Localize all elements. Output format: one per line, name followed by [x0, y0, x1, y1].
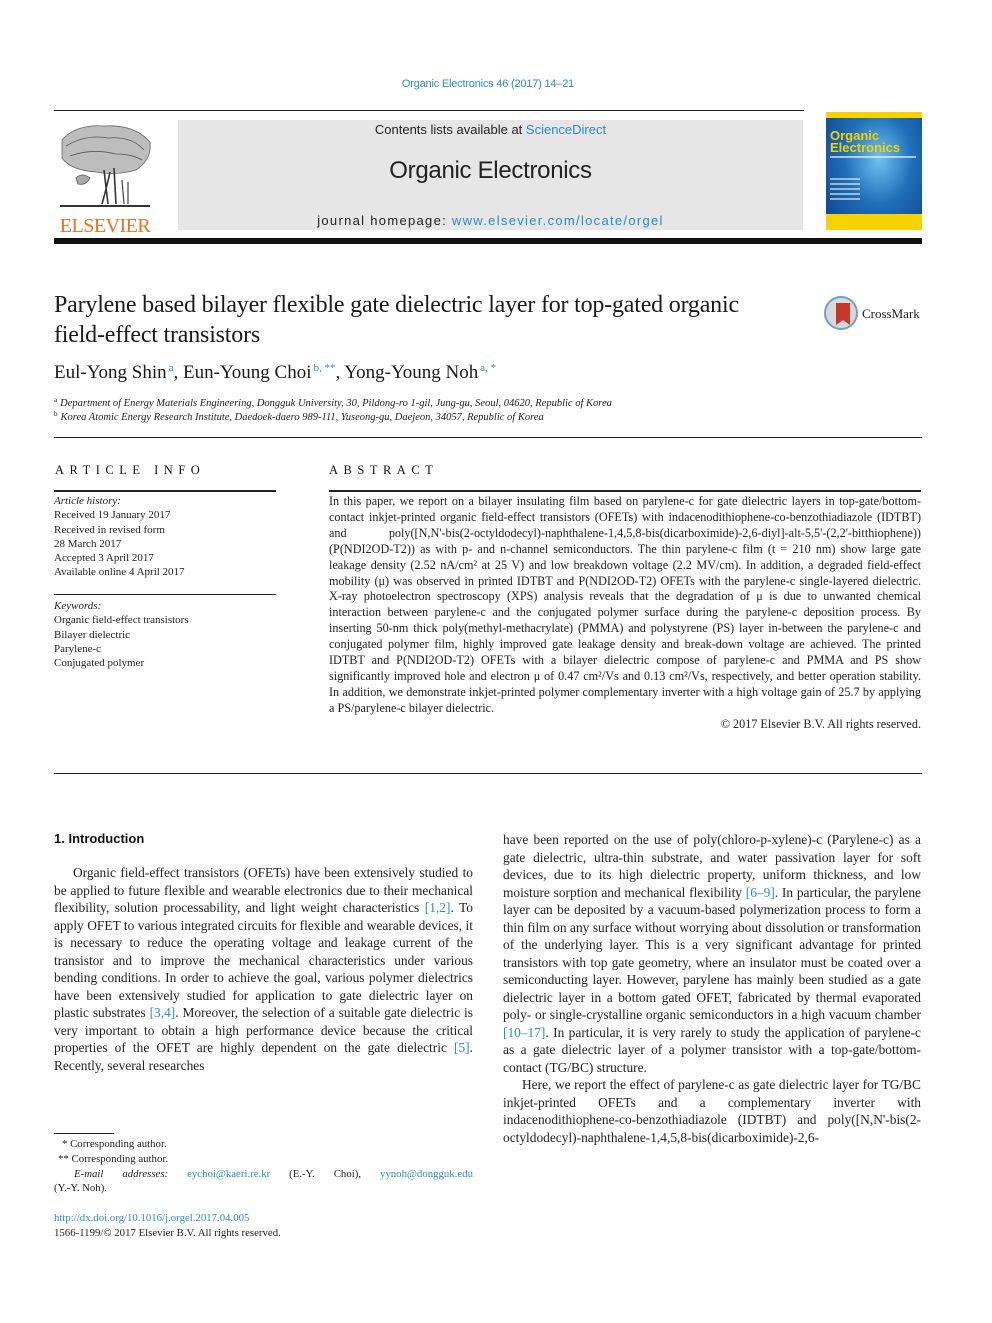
citation-link[interactable]: [1,2]	[425, 900, 451, 915]
text-run: Organic field-effect transistors (OFETs)…	[54, 865, 473, 915]
email-link[interactable]: eychoi@kaeri.re.kr	[187, 1168, 270, 1180]
abstract-rule	[329, 490, 921, 492]
affiliation-mark: b	[54, 410, 58, 418]
header-top-rule	[54, 110, 804, 111]
article-info-rule	[54, 490, 276, 492]
history-item: Accepted 3 April 2017	[54, 552, 154, 565]
abstract-copyright: © 2017 Elsevier B.V. All rights reserved…	[720, 716, 921, 731]
article-history: Article history: Received 19 January 201…	[54, 494, 276, 580]
email-link[interactable]: yynoh@dongguk.edu	[380, 1168, 473, 1180]
keywords-rule	[54, 594, 276, 595]
text-run: . In particular, the parylene layer can …	[503, 884, 921, 1023]
footnote-rule	[54, 1133, 114, 1134]
homepage-line: journal homepage: www.elsevier.com/locat…	[178, 213, 803, 228]
issn-copyright: 1566-1199/© 2017 Elsevier B.V. All right…	[54, 1227, 281, 1239]
footnote-corresponding-1: * Corresponding author.	[62, 1138, 167, 1150]
affiliation-text: Korea Atomic Energy Research Institute, …	[60, 412, 544, 423]
affiliation-text: Department of Energy Materials Engineeri…	[60, 398, 612, 409]
author-affiliation-link[interactable]: b, **	[314, 362, 336, 374]
cover-footer-bar	[826, 214, 922, 230]
affiliation-mark: a	[54, 396, 58, 404]
footnote-corresponding-2: ** Corresponding author.	[58, 1152, 169, 1165]
cover-subtitle-decoration	[830, 156, 916, 158]
keyword-item[interactable]: Bilayer dielectric	[54, 628, 276, 642]
header-bottom-rule	[54, 238, 922, 244]
keywords: Keywords: Organic field-effect transisto…	[54, 599, 276, 670]
article-title: Parylene based bilayer flexible gate die…	[54, 292, 739, 348]
intro-paragraph: Here, we report the effect of parylene-c…	[503, 1077, 921, 1145]
homepage-prefix: journal homepage:	[317, 213, 452, 228]
author-affiliation-link[interactable]: a	[169, 362, 174, 374]
citation-link[interactable]: [10–17]	[503, 1025, 545, 1040]
abstract-heading: ABSTRACT	[329, 463, 439, 477]
elsevier-logo[interactable]: ELSEVIER	[54, 118, 156, 236]
keyword-item[interactable]: Conjugated polymer	[54, 656, 276, 670]
journal-cover-image[interactable]: Organic Electronics	[826, 112, 922, 230]
text-run: . To apply OFET to various integrated ci…	[54, 900, 473, 1020]
title-block-rule	[54, 437, 922, 438]
email-owner: (Y.-Y. Noh).	[54, 1182, 107, 1195]
crossmark-icon	[824, 296, 858, 330]
citation-link[interactable]: [5]	[454, 1040, 470, 1055]
sciencedirect-link[interactable]: ScienceDirect	[526, 122, 606, 137]
journal-title: Organic Electronics	[389, 157, 592, 184]
introduction-left-column: Organic field-effect transistors (OFETs)…	[54, 864, 473, 1074]
abstract-paragraph: In this paper, we report on a bilayer in…	[329, 494, 921, 715]
contents-line: Contents lists available at ScienceDirec…	[178, 122, 803, 137]
homepage-link[interactable]: www.elsevier.com/locate/orgel	[452, 213, 664, 228]
abstract-body: In this paper, we report on a bilayer in…	[329, 494, 921, 733]
text-run: . In particular, it is very rarely to st…	[503, 1024, 921, 1075]
citation-link[interactable]: [6–9]	[746, 885, 775, 900]
elsevier-tree-icon	[60, 125, 151, 207]
article-history-label: Article history:	[54, 495, 121, 507]
cover-top-bar	[826, 112, 922, 118]
author-name: Eun-Young Choi	[183, 362, 312, 383]
author-list: Eul-Yong Shin a, Eun-Young Choi b, **, Yon…	[54, 362, 497, 383]
keyword-item[interactable]: Parylene-c	[54, 642, 276, 656]
keywords-label: Keywords:	[54, 600, 102, 612]
author-name: Yong-Young Noh	[344, 362, 479, 383]
article-info-heading: ARTICLE INFO	[55, 463, 206, 477]
introduction-right-column: have been reported on the use of poly(ch…	[503, 831, 921, 1146]
intro-paragraph: have been reported on the use of poly(ch…	[503, 831, 921, 1076]
doi-link[interactable]: http://dx.doi.org/10.1016/j.orgel.2017.0…	[54, 1212, 249, 1224]
contents-prefix: Contents lists available at	[374, 122, 526, 137]
crossmark-button[interactable]: CrossMark	[824, 296, 924, 336]
elsevier-wordmark: ELSEVIER	[59, 215, 151, 237]
abstract-bottom-rule	[54, 773, 922, 774]
history-item: 28 March 2017	[54, 537, 122, 550]
author-name: Eul-Yong Shin	[54, 362, 167, 383]
affiliation-b: b Korea Atomic Energy Research Institute,…	[54, 410, 544, 423]
crossmark-label: CrossMark	[862, 306, 920, 321]
email-label: E-mail addresses:	[74, 1167, 169, 1180]
history-item: Received 19 January 2017	[54, 509, 171, 522]
affiliation-a: a Department of Energy Materials Engineer…	[54, 396, 612, 409]
citation-link[interactable]: [3,4]	[150, 1005, 176, 1020]
doi-block: http://dx.doi.org/10.1016/j.orgel.2017.0…	[54, 1211, 281, 1241]
cover-editor-lines	[830, 178, 860, 203]
journal-reference-link[interactable]: Organic Electronics 46 (2017) 14–21	[0, 78, 976, 90]
keyword-item[interactable]: Organic field-effect transistors	[54, 613, 276, 627]
cover-title: Organic Electronics	[830, 129, 901, 155]
history-item: Received in revised form	[54, 523, 165, 536]
history-item: Available online 4 April 2017	[54, 566, 185, 579]
email-owner: (E.-Y. Choi),	[270, 1167, 380, 1180]
footnotes: * Corresponding author. ** Corresponding…	[54, 1137, 473, 1196]
intro-paragraph: Organic field-effect transistors (OFETs)…	[54, 864, 473, 1074]
footnote-emails: E-mail addresses: eychoi@kaeri.re.kr (E.…	[54, 1167, 473, 1182]
introduction-heading: 1. Introduction	[54, 831, 145, 846]
cover-title-line2: Electronics	[830, 140, 901, 155]
journal-header-box: Contents lists available at ScienceDirec…	[178, 120, 803, 230]
author-affiliation-link[interactable]: a, *	[480, 362, 496, 374]
